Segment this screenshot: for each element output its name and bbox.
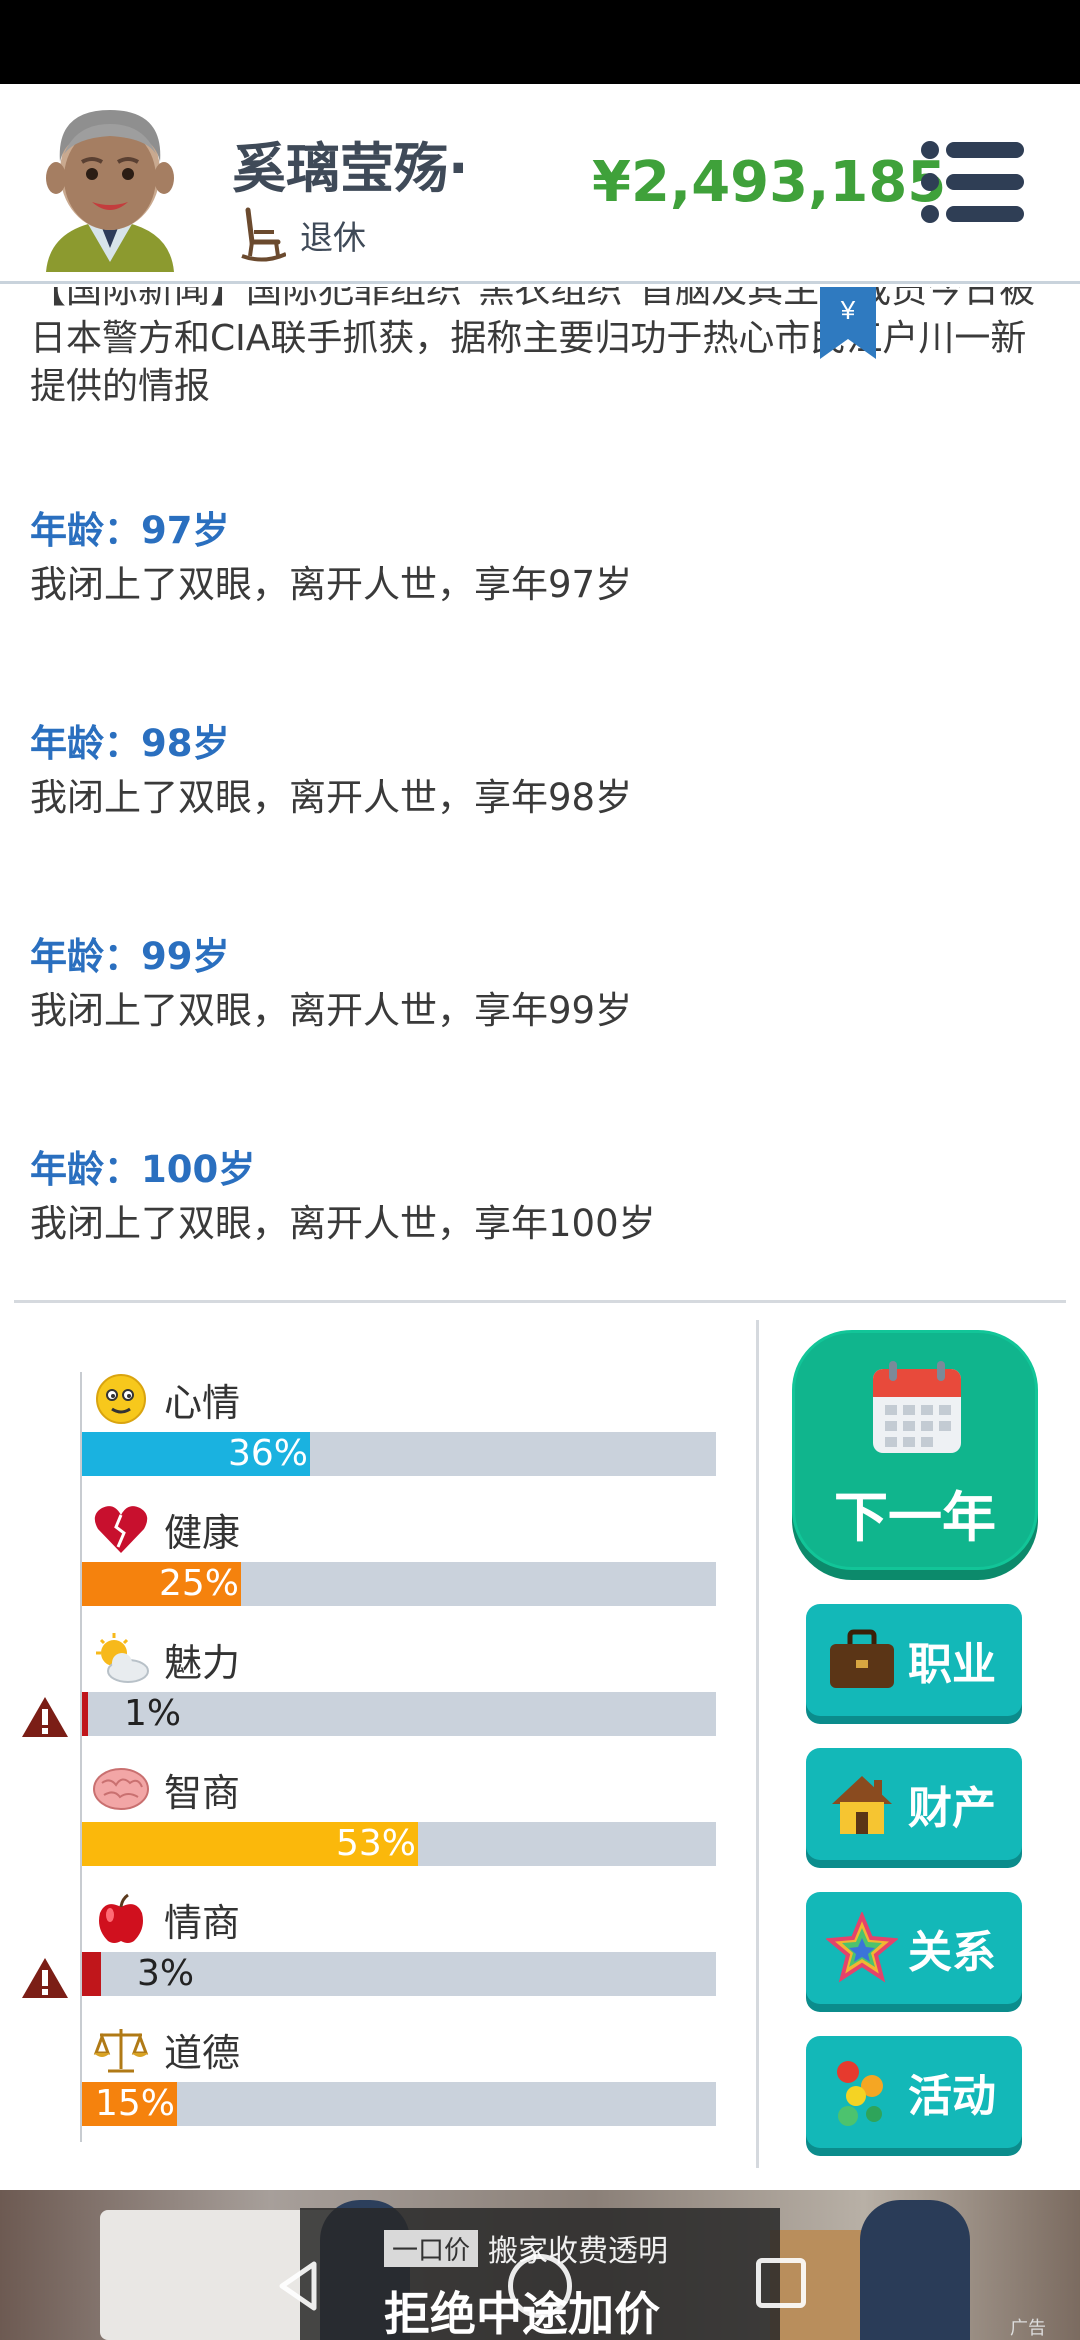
stat-morality: 道德 15%	[82, 2016, 716, 2126]
entry-message: 我闭上了双眼，离开人世，享年97岁	[30, 563, 633, 606]
broken-heart-icon	[94, 1506, 148, 1553]
stat-fill	[82, 1952, 101, 1996]
calendar-icon	[873, 1361, 961, 1453]
stat-percent: 25%	[158, 1563, 239, 1604]
career-status: 退休	[300, 218, 366, 257]
stat-percent: 1%	[124, 1693, 182, 1734]
briefcase-icon	[830, 1629, 894, 1688]
home-icon[interactable]	[508, 2254, 572, 2318]
menu-icon[interactable]	[920, 140, 1026, 224]
player-name: 奚璃莹殇·	[232, 137, 469, 200]
header: 奚璃莹殇· 退休 ¥2,493,185	[0, 84, 1080, 284]
sun-cloud-icon	[96, 1633, 149, 1683]
stat-label: 道德	[164, 2030, 241, 2075]
assets-button[interactable]: 财产	[806, 1748, 1022, 1860]
house-icon	[832, 1776, 892, 1834]
stat-charm: 魅力 1%	[82, 1626, 716, 1736]
stat-label: 智商	[164, 1770, 241, 1815]
stat-percent: 3%	[137, 1953, 195, 1994]
status-row: 退休	[240, 206, 366, 264]
log-entry: 年龄：97岁 我闭上了双眼，离开人世，享年97岁	[30, 505, 1050, 613]
log-entry: 年龄：100岁 我闭上了双眼，离开人世，享年100岁	[30, 1144, 1050, 1252]
scales-icon	[93, 2029, 149, 2073]
entry-age: 年龄：98岁	[30, 722, 230, 765]
avatar[interactable]	[36, 102, 184, 272]
stat-label: 心情	[164, 1380, 241, 1425]
career-button[interactable]: 职业	[806, 1604, 1022, 1716]
stat-label: 魅力	[164, 1640, 241, 1685]
smiley-icon	[96, 1374, 146, 1424]
news-entry: 【国际新闻】国际犯罪组织"黑衣组织"首脑及其主要成员今日被日本警方和CIA联手抓…	[30, 287, 1036, 407]
stat-health: 健康 25%	[82, 1496, 716, 1606]
stat-track: 25%	[82, 1562, 716, 1606]
star-icon	[826, 1912, 898, 1983]
stat-track: 53%	[82, 1822, 716, 1866]
stat-track: 15%	[82, 2082, 716, 2126]
stats-panel: 心情 36% 健康 25% 魅力 1% 智商 53% 情商 3% 道德 15%	[0, 1320, 756, 2160]
log-entry: 年龄：98岁 我闭上了双眼，离开人世，享年98岁	[30, 718, 1050, 826]
warning-icon	[22, 1958, 68, 1998]
bookmark-yen-icon[interactable]: ¥	[818, 287, 878, 359]
activities-button[interactable]: 活动	[806, 2036, 1022, 2148]
assets-label: 财产	[908, 1783, 996, 1834]
divider	[14, 1300, 1066, 1303]
stat-mood: 心情 36%	[82, 1366, 716, 1476]
stat-eq: 情商 3%	[82, 1886, 716, 1996]
stat-track: 36%	[82, 1432, 716, 1476]
stat-percent: 53%	[335, 1823, 416, 1864]
entry-age: 年龄：100岁	[30, 1148, 256, 1191]
next-year-button[interactable]: 下一年	[792, 1330, 1038, 1570]
stat-fill	[82, 1692, 88, 1736]
panel-divider	[756, 1320, 759, 2168]
system-nav-bar	[0, 2230, 1080, 2340]
dots-icon	[837, 2061, 883, 2126]
stat-iq: 智商 53%	[82, 1756, 716, 1866]
svg-text:¥: ¥	[840, 295, 856, 325]
log-entry: 年龄：99岁 我闭上了双眼，离开人世，享年99岁	[30, 931, 1050, 1039]
back-icon[interactable]	[270, 2258, 326, 2314]
apple-icon	[99, 1893, 143, 1943]
next-year-label: 下一年	[834, 1486, 996, 1549]
entry-message: 我闭上了双眼，离开人世，享年98岁	[30, 776, 633, 819]
stat-label: 健康	[164, 1510, 241, 1555]
relations-label: 关系	[908, 1927, 996, 1978]
recent-apps-icon[interactable]	[756, 2258, 806, 2308]
stat-track: 3%	[82, 1952, 716, 1996]
stat-percent: 36%	[227, 1433, 308, 1474]
stat-label: 情商	[164, 1900, 241, 1945]
stat-track: 1%	[82, 1692, 716, 1736]
entry-age: 年龄：97岁	[30, 509, 230, 552]
status-bar	[0, 0, 1080, 84]
entry-message: 我闭上了双眼，离开人世，享年100岁	[30, 1202, 656, 1245]
rocking-chair-icon	[241, 207, 286, 262]
money-balance: ¥2,493,185	[592, 150, 947, 215]
warning-icon	[22, 1697, 68, 1737]
event-log[interactable]: 【国际新闻】国际犯罪组织"黑衣组织"首脑及其主要成员今日被日本警方和CIA联手抓…	[0, 287, 1080, 1299]
entry-age: 年龄：99岁	[30, 935, 230, 978]
stat-percent: 15%	[94, 2083, 175, 2124]
entry-message: 我闭上了双眼，离开人世，享年99岁	[30, 989, 633, 1032]
brain-icon	[93, 1768, 149, 1810]
activities-label: 活动	[908, 2071, 996, 2122]
relations-button[interactable]: 关系	[806, 1892, 1022, 2004]
career-label: 职业	[908, 1639, 996, 1690]
